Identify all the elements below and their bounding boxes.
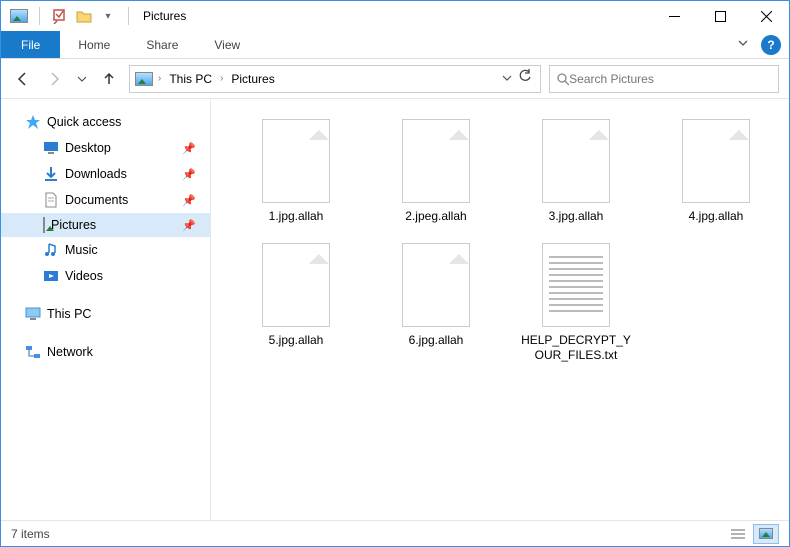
sidebar-item-label: Network: [47, 345, 93, 359]
downloads-icon: [43, 166, 59, 182]
blank-file-icon: [262, 243, 330, 327]
sidebar-item-downloads[interactable]: Downloads 📌: [1, 161, 210, 187]
pin-icon: 📌: [182, 142, 202, 155]
sidebar-item-label: Videos: [65, 269, 103, 283]
navigation-bar: › This PC › Pictures: [1, 59, 789, 99]
help-button[interactable]: ?: [761, 35, 781, 55]
desktop-icon: [43, 140, 59, 156]
forward-button[interactable]: [43, 67, 67, 91]
sidebar-item-label: Desktop: [65, 141, 111, 155]
sidebar-item-pictures[interactable]: Pictures 📌: [1, 213, 210, 237]
caption-buttons: [651, 1, 789, 31]
minimize-button[interactable]: [651, 1, 697, 31]
monitor-icon: [25, 306, 41, 322]
expand-ribbon-icon[interactable]: [733, 32, 753, 58]
tab-home[interactable]: Home: [60, 31, 128, 58]
file-name: 4.jpg.allah: [689, 209, 744, 225]
close-button[interactable]: [743, 1, 789, 31]
new-folder-icon[interactable]: [74, 6, 94, 26]
search-input[interactable]: [569, 72, 772, 86]
blank-file-icon: [262, 119, 330, 203]
large-icons-view-button[interactable]: [753, 524, 779, 544]
file-item[interactable]: 3.jpg.allah: [521, 119, 631, 225]
file-name: 3.jpg.allah: [549, 209, 604, 225]
chevron-right-icon[interactable]: ›: [158, 73, 161, 84]
location-icon: [134, 69, 154, 89]
file-item[interactable]: 2.jpeg.allah: [381, 119, 491, 225]
maximize-button[interactable]: [697, 1, 743, 31]
chevron-right-icon[interactable]: ›: [220, 73, 223, 84]
explorer-window: ▾ Pictures File Home Share View ? › This…: [0, 0, 790, 547]
ribbon: File Home Share View ?: [1, 31, 789, 59]
sidebar-item-label: Music: [65, 243, 98, 257]
text-file-icon: [542, 243, 610, 327]
refresh-button[interactable]: [518, 69, 532, 88]
tab-view[interactable]: View: [196, 31, 258, 58]
file-tab[interactable]: File: [1, 31, 60, 58]
pin-icon: 📌: [182, 194, 202, 207]
quick-access-toolbar: ▾ Pictures: [1, 6, 186, 26]
sidebar-item-label: Quick access: [47, 115, 121, 129]
file-item[interactable]: 1.jpg.allah: [241, 119, 351, 225]
network-icon: [25, 344, 41, 360]
app-icon: [9, 6, 29, 26]
pin-icon: 📌: [182, 168, 202, 181]
file-name: 6.jpg.allah: [409, 333, 464, 349]
file-item[interactable]: 4.jpg.allah: [661, 119, 771, 225]
videos-icon: [43, 268, 59, 284]
file-list-pane[interactable]: 1.jpg.allah 2.jpeg.allah 3.jpg.allah 4.jpg.…: [211, 99, 789, 520]
window-title: Pictures: [143, 9, 186, 23]
item-count: 7 items: [11, 527, 50, 541]
file-name: 5.jpg.allah: [269, 333, 324, 349]
titlebar: ▾ Pictures: [1, 1, 789, 31]
sidebar-item-label: Documents: [65, 193, 128, 207]
body: Quick access Desktop 📌 Downloads 📌 Docum…: [1, 99, 789, 520]
details-view-button[interactable]: [725, 524, 751, 544]
files-grid: 1.jpg.allah 2.jpeg.allah 3.jpg.allah 4.jpg.…: [241, 119, 779, 364]
blank-file-icon: [542, 119, 610, 203]
sidebar-item-desktop[interactable]: Desktop 📌: [1, 135, 210, 161]
blank-file-icon: [682, 119, 750, 203]
qat-dropdown-icon[interactable]: ▾: [98, 6, 118, 26]
sidebar-this-pc[interactable]: This PC: [1, 301, 210, 327]
tab-share[interactable]: Share: [128, 31, 196, 58]
up-button[interactable]: [97, 67, 121, 91]
pin-icon: 📌: [182, 219, 202, 232]
search-box[interactable]: [549, 65, 779, 93]
navigation-pane: Quick access Desktop 📌 Downloads 📌 Docum…: [1, 99, 211, 520]
sidebar-item-music[interactable]: Music: [1, 237, 210, 263]
file-item[interactable]: HELP_DECRYPT_YOUR_FILES.txt: [521, 243, 631, 364]
breadcrumb-pictures[interactable]: Pictures: [227, 70, 278, 88]
file-name: 2.jpeg.allah: [405, 209, 466, 225]
sidebar-network[interactable]: Network: [1, 339, 210, 365]
sidebar-item-documents[interactable]: Documents 📌: [1, 187, 210, 213]
blank-file-icon: [402, 119, 470, 203]
separator: [128, 7, 129, 25]
separator: [39, 7, 40, 25]
breadcrumb-this-pc[interactable]: This PC: [165, 70, 216, 88]
star-icon: [25, 114, 41, 130]
properties-icon[interactable]: [50, 6, 70, 26]
blank-file-icon: [402, 243, 470, 327]
address-dropdown-icon[interactable]: [502, 70, 512, 88]
sidebar-item-label: Pictures: [51, 218, 96, 232]
sidebar-item-videos[interactable]: Videos: [1, 263, 210, 289]
search-icon: [556, 72, 569, 86]
status-bar: 7 items: [1, 520, 789, 546]
sidebar-quick-access[interactable]: Quick access: [1, 109, 210, 135]
sidebar-item-label: This PC: [47, 307, 91, 321]
file-name: 1.jpg.allah: [269, 209, 324, 225]
documents-icon: [43, 192, 59, 208]
recent-locations-dropdown[interactable]: [75, 67, 89, 91]
music-icon: [43, 242, 59, 258]
back-button[interactable]: [11, 67, 35, 91]
file-item[interactable]: 5.jpg.allah: [241, 243, 351, 364]
pictures-icon: [43, 218, 45, 232]
sidebar-item-label: Downloads: [65, 167, 127, 181]
file-item[interactable]: 6.jpg.allah: [381, 243, 491, 364]
address-bar[interactable]: › This PC › Pictures: [129, 65, 541, 93]
file-name: HELP_DECRYPT_YOUR_FILES.txt: [521, 333, 631, 364]
